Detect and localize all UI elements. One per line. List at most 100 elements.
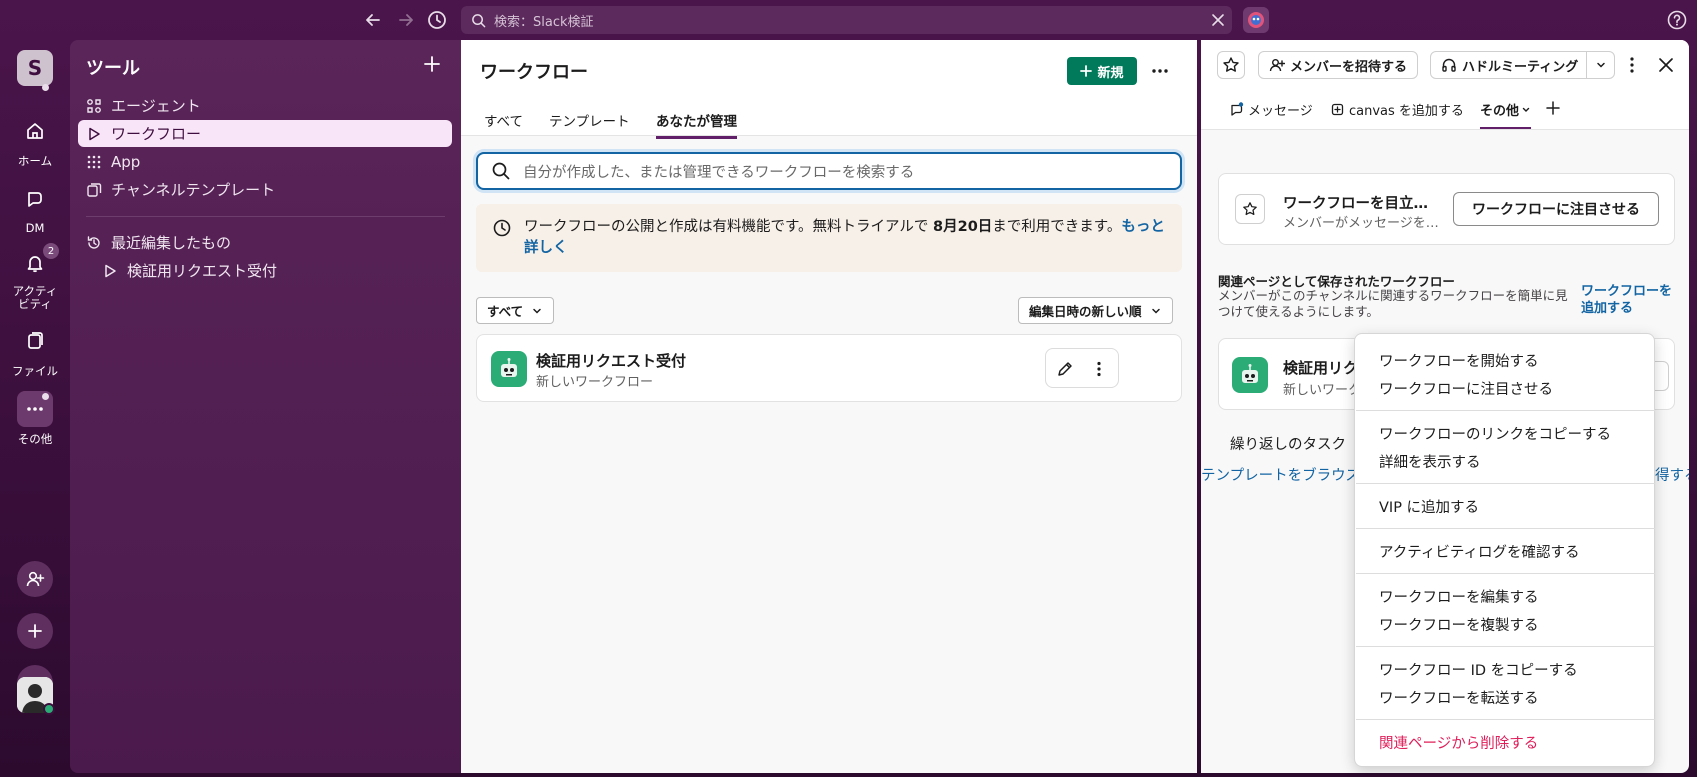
global-search-bar[interactable]: 検索：Slack検証 bbox=[461, 6, 1232, 34]
feature-workflow-button[interactable]: ワークフローに注目させる bbox=[1453, 192, 1659, 226]
workflow-search-input[interactable]: 自分が作成した、または管理できるワークフローを検索する bbox=[476, 152, 1182, 190]
rail-item-more[interactable]: その他 bbox=[0, 391, 70, 447]
sort-dropdown[interactable]: 編集日時の新しい順 bbox=[1018, 297, 1173, 324]
more-options-icon[interactable] bbox=[1149, 60, 1171, 82]
menu-item-copy-link[interactable]: ワークフローのリンクをコピーする bbox=[1379, 423, 1611, 444]
workflow-actions bbox=[1045, 348, 1119, 388]
close-icon[interactable] bbox=[1656, 55, 1676, 75]
sidebar-recent-item[interactable]: 検証用リクエスト受付 bbox=[94, 257, 452, 284]
menu-item-edit-workflow[interactable]: ワークフローを編集する bbox=[1379, 586, 1539, 607]
sidebar-item-label: App bbox=[111, 152, 141, 171]
top-bar: 検索：Slack検証 bbox=[0, 0, 1697, 40]
tab-templates[interactable]: テンプレート bbox=[549, 110, 630, 136]
ai-assistant-icon[interactable] bbox=[1243, 7, 1269, 33]
online-status-dot bbox=[43, 703, 55, 715]
sidebar-item-channel-templates[interactable]: チャンネルテンプレート bbox=[78, 176, 452, 203]
menu-item-copy-workflow-id[interactable]: ワークフロー ID をコピーする bbox=[1379, 659, 1578, 680]
new-workflow-button[interactable]: 新規 bbox=[1067, 57, 1137, 85]
sort-label: 編集日時の新しい順 bbox=[1029, 304, 1142, 319]
workflow-bot-icon bbox=[491, 351, 527, 387]
main-header: ワークフロー 新規 すべて テンプレート あなたが管理 bbox=[461, 40, 1197, 139]
clock-icon bbox=[492, 218, 512, 238]
add-member-icon[interactable] bbox=[17, 561, 53, 597]
home-icon bbox=[17, 113, 53, 149]
help-icon[interactable] bbox=[1666, 9, 1688, 31]
files-icon bbox=[17, 323, 53, 359]
workflow-title: 検証用リクエスト受付 bbox=[536, 352, 687, 370]
menu-item-add-to-vip[interactable]: VIP に追加する bbox=[1379, 496, 1479, 517]
rail-item-label: アクティビティ bbox=[12, 284, 58, 311]
menu-separator bbox=[1356, 646, 1655, 647]
browse-templates-link[interactable]: テンプレートをブラウズ bbox=[1201, 464, 1360, 485]
workspace-switcher[interactable]: S bbox=[17, 50, 53, 86]
sidebar-recent-header: 最近編集したもの bbox=[78, 229, 452, 256]
workflow-more-icon[interactable] bbox=[1090, 360, 1108, 378]
rail-item-files[interactable]: ファイル bbox=[0, 323, 70, 379]
menu-item-feature-workflow[interactable]: ワークフローに注目させる bbox=[1379, 378, 1553, 399]
add-workflow-link[interactable]: ワークフローを追加する bbox=[1581, 283, 1681, 317]
tab-add-canvas[interactable]: canvas を追加する bbox=[1330, 100, 1464, 127]
sidebar-item-label: 検証用リクエスト受付 bbox=[127, 262, 278, 280]
workflow-subtitle: 新しいワークフロー bbox=[536, 375, 654, 390]
menu-separator bbox=[1356, 483, 1655, 484]
filter-label: すべて bbox=[487, 304, 524, 319]
filter-dropdown[interactable]: すべて bbox=[476, 297, 555, 324]
dm-icon bbox=[17, 181, 53, 217]
back-arrow-icon[interactable] bbox=[362, 9, 384, 31]
menu-item-transfer-workflow[interactable]: ワークフローを転送する bbox=[1379, 687, 1539, 708]
edit-pencil-icon[interactable] bbox=[1056, 360, 1074, 378]
new-button-label: 新規 bbox=[1097, 65, 1124, 81]
sidebar-item-apps[interactable]: App bbox=[78, 148, 452, 175]
sidebar-recent-label: 最近編集したもの bbox=[111, 234, 232, 252]
workflow-icon bbox=[102, 263, 118, 279]
rail-item-dm[interactable]: DM bbox=[0, 181, 70, 235]
invite-members-button[interactable]: メンバーを招待する bbox=[1258, 51, 1419, 79]
bookmarked-workflow-subtitle: 新しいワーク bbox=[1283, 383, 1362, 398]
create-plus-icon[interactable] bbox=[17, 613, 53, 649]
sidebar-add-plus-icon[interactable] bbox=[422, 54, 442, 74]
menu-separator bbox=[1356, 719, 1655, 720]
add-tab-plus-icon[interactable] bbox=[1545, 100, 1561, 116]
activity-count-badge: 2 bbox=[43, 243, 59, 259]
clear-search-icon[interactable] bbox=[1210, 12, 1226, 28]
sidebar-item-agents[interactable]: エージェント bbox=[78, 92, 452, 119]
workflow-bot-icon bbox=[1232, 357, 1268, 393]
notice-date: 8月20日 bbox=[933, 219, 993, 235]
tab-label: canvas を追加する bbox=[1349, 104, 1464, 119]
workflow-list-item[interactable]: 検証用リクエスト受付 新しいワークフロー bbox=[476, 334, 1182, 402]
history-clock-icon[interactable] bbox=[426, 9, 448, 31]
rail-item-label: その他 bbox=[17, 432, 53, 446]
menu-item-start-workflow[interactable]: ワークフローを開始する bbox=[1379, 350, 1539, 371]
sidebar-item-workflows[interactable]: ワークフロー bbox=[78, 120, 452, 147]
star-icon[interactable] bbox=[1217, 51, 1245, 79]
chevron-down-icon[interactable] bbox=[1586, 52, 1614, 78]
recent-history-icon bbox=[86, 235, 102, 251]
search-icon bbox=[471, 13, 486, 28]
page-title: ワークフロー bbox=[480, 62, 588, 83]
menu-item-activity-log[interactable]: アクティビティログを確認する bbox=[1379, 541, 1580, 562]
menu-item-remove-bookmark[interactable]: 関連ページから削除する bbox=[1379, 732, 1538, 753]
workspace-rail: S ホーム DM 2 アクティビティ ファイル その他 bbox=[0, 40, 70, 777]
tab-messages[interactable]: メッセージ bbox=[1229, 100, 1313, 127]
sidebar-item-label: チャンネルテンプレート bbox=[111, 181, 276, 199]
panel-kebab-icon[interactable] bbox=[1622, 55, 1642, 75]
invite-label: メンバーを招待する bbox=[1290, 59, 1408, 75]
rail-item-home[interactable]: ホーム bbox=[0, 113, 70, 169]
workflow-icon bbox=[86, 126, 102, 142]
agent-icon bbox=[86, 98, 102, 114]
tab-managed[interactable]: あなたが管理 bbox=[656, 110, 737, 139]
menu-separator bbox=[1356, 528, 1655, 529]
sidebar-item-label: エージェント bbox=[111, 97, 201, 115]
tab-label: メッセージ bbox=[1248, 104, 1313, 119]
menu-item-duplicate-workflow[interactable]: ワークフローを複製する bbox=[1379, 614, 1539, 635]
tab-all[interactable]: すべて bbox=[484, 110, 523, 136]
menu-item-view-details[interactable]: 詳細を表示する bbox=[1379, 451, 1481, 472]
rail-item-activity[interactable]: 2 アクティビティ bbox=[0, 243, 70, 311]
more-unread-dot bbox=[42, 393, 49, 400]
sidebar-title: ツール bbox=[86, 58, 140, 79]
canvas-icon bbox=[1330, 102, 1345, 117]
huddle-button[interactable]: ハドルミーティング bbox=[1430, 51, 1616, 79]
get-link[interactable]: 得する bbox=[1655, 464, 1689, 485]
tab-more[interactable]: その他 bbox=[1480, 100, 1532, 129]
forward-arrow-icon[interactable] bbox=[395, 9, 417, 31]
